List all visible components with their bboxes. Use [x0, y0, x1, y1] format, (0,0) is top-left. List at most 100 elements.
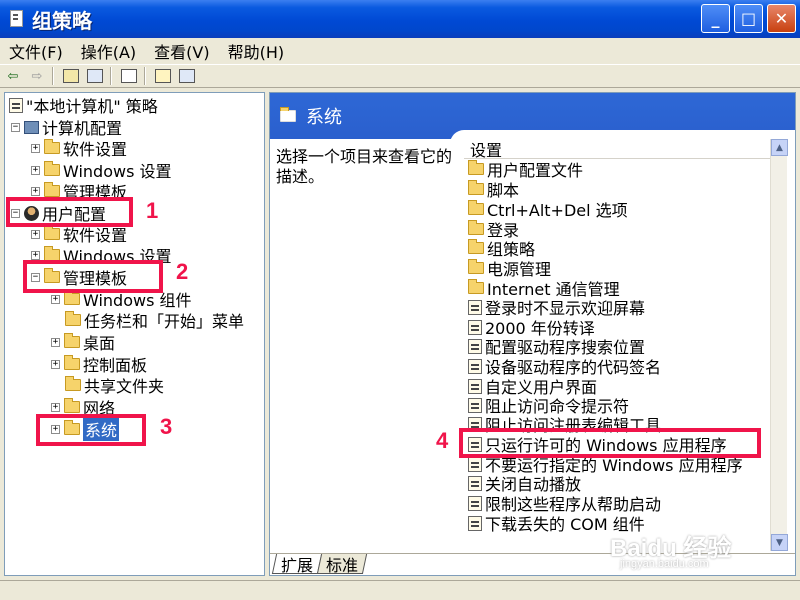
tab-extended[interactable]: 扩展: [271, 554, 323, 575]
folder-icon: [468, 200, 484, 215]
policy-setting-icon: [468, 475, 482, 491]
expand-icon[interactable]: +: [51, 359, 60, 369]
folder-icon: [64, 398, 80, 413]
annotation-box-user-config: [6, 197, 133, 227]
tree-item-control-panel[interactable]: + 控制面板: [51, 354, 147, 375]
back-arrow-icon[interactable]: ⇦: [2, 66, 24, 86]
policy-root-icon: [9, 97, 23, 113]
expand-icon[interactable]: +: [31, 143, 40, 153]
annotation-number: 4: [436, 428, 449, 453]
tree-item-taskbar-start-menu[interactable]: 任务栏和「开始」菜单: [65, 310, 245, 331]
annotation-box-admin-templates: [23, 260, 163, 293]
policy-setting-icon: [468, 358, 482, 374]
list-item-folder[interactable]: 电源管理: [468, 258, 551, 279]
folder-icon: [44, 182, 60, 197]
scroll-up-arrow-icon[interactable]: ▲: [771, 139, 788, 156]
maximize-button[interactable]: □: [734, 4, 763, 33]
item-description: 选择一个项目来查看它的描述。: [276, 147, 453, 186]
menu-bar: 文件(F) 操作(A) 查看(V) 帮助(H): [0, 38, 800, 64]
folder-icon: [468, 180, 484, 195]
tree-root-label: "本地计算机" 策略: [26, 97, 158, 116]
up-folder-button[interactable]: [60, 66, 82, 86]
folder-icon: [65, 376, 81, 391]
annotation-number: 1: [146, 198, 159, 223]
collapse-icon[interactable]: −: [11, 122, 20, 132]
list-item-folder[interactable]: 组策略: [468, 238, 535, 259]
expand-icon[interactable]: +: [31, 165, 40, 175]
folder-icon: [468, 160, 484, 175]
folder-icon: [468, 279, 484, 294]
policy-setting-icon: [468, 319, 482, 335]
toolbar-separator: [52, 67, 54, 85]
folder-icon: [44, 139, 60, 154]
expand-icon[interactable]: +: [31, 250, 40, 260]
policy-setting-icon: [468, 338, 482, 354]
folder-icon: [44, 161, 60, 176]
tree-item-label: 软件设置: [63, 140, 128, 159]
tree-item-label: 共享文件夹: [84, 377, 165, 396]
menu-file[interactable]: 文件(F): [0, 39, 72, 63]
tab-standard[interactable]: 标准: [316, 554, 368, 575]
tree-item-label: 桌面: [83, 334, 116, 353]
toolbar-separator: [110, 67, 112, 85]
policy-setting-icon: [468, 456, 482, 472]
export-list-button[interactable]: [118, 66, 140, 86]
list-item-policy[interactable]: 登录时不显示欢迎屏幕: [468, 297, 645, 318]
tree-item-computer-config[interactable]: − 计算机配置: [11, 117, 122, 138]
tree-item-software-settings[interactable]: + 软件设置: [31, 138, 128, 159]
export-list-icon: [121, 69, 137, 83]
tab-label: 标准: [326, 555, 359, 575]
folder-icon: [468, 259, 484, 274]
column-header-settings[interactable]: 设置: [464, 139, 770, 160]
list-item-folder[interactable]: 用户配置文件: [468, 159, 583, 180]
expand-icon[interactable]: +: [31, 229, 40, 239]
menu-action[interactable]: 操作(A): [72, 39, 145, 63]
forward-arrow-icon[interactable]: ⇨: [26, 66, 48, 86]
tree-panel-icon: [87, 69, 103, 83]
window-title: 组策略: [32, 8, 92, 33]
menu-help[interactable]: 帮助(H): [219, 39, 294, 63]
details-title: 系统: [306, 107, 342, 128]
help-button[interactable]: [152, 66, 174, 86]
scroll-down-arrow-icon[interactable]: ▼: [771, 534, 788, 551]
tree-root[interactable]: "本地计算机" 策略: [9, 95, 158, 116]
folder-icon: [44, 225, 60, 240]
folder-icon: [64, 290, 80, 305]
policy-setting-icon: [468, 515, 482, 531]
properties-button[interactable]: [176, 66, 198, 86]
policy-setting-icon: [468, 495, 482, 511]
tree-item-shared-folders[interactable]: 共享文件夹: [65, 375, 165, 396]
expand-icon[interactable]: +: [51, 402, 60, 412]
tree-item-windows-settings[interactable]: + Windows 设置: [31, 160, 172, 181]
tree-item-label: 任务栏和「开始」菜单: [84, 312, 245, 331]
show-hide-tree-button[interactable]: [84, 66, 106, 86]
list-item-policy[interactable]: 配置驱动程序搜索位置: [468, 336, 645, 357]
annotation-box-allowed-apps: [459, 428, 761, 458]
folder-open-icon: [280, 107, 296, 122]
expand-icon[interactable]: +: [31, 186, 40, 196]
vertical-scrollbar[interactable]: ▲ ▼: [770, 139, 788, 551]
expand-icon[interactable]: +: [51, 294, 60, 304]
toolbar-separator: [144, 67, 146, 85]
policy-setting-icon: [468, 378, 482, 394]
tree-item-desktop[interactable]: + 桌面: [51, 332, 116, 353]
annotation-number: 2: [176, 259, 189, 284]
title-bar: 组策略 _ □ ✕: [0, 0, 800, 38]
folder-icon: [65, 311, 81, 326]
folder-icon: [468, 239, 484, 254]
folder-icon: [64, 333, 80, 348]
baidu-watermark-url: jingyan.baidu.com: [620, 558, 709, 570]
tab-label: 扩展: [281, 555, 314, 575]
tree-item-user-software-settings[interactable]: + 软件设置: [31, 224, 127, 245]
list-item-policy[interactable]: 限制这些程序从帮助启动: [468, 493, 661, 514]
list-item-policy[interactable]: 关闭自动播放: [468, 473, 581, 494]
close-button[interactable]: ✕: [767, 4, 796, 33]
settings-list: 用户配置文件 脚本 Ctrl+Alt+Del 选项 登录 组策略 电源管理 In…: [464, 159, 770, 551]
expand-icon[interactable]: +: [51, 337, 60, 347]
list-item-folder[interactable]: 脚本: [468, 179, 519, 200]
list-item-folder[interactable]: Ctrl+Alt+Del 选项: [468, 199, 628, 220]
menu-view[interactable]: 查看(V): [145, 39, 218, 63]
list-item-policy[interactable]: 设备驱动程序的代码签名: [468, 356, 661, 377]
annotation-box-system: [36, 414, 146, 446]
minimize-button[interactable]: _: [701, 4, 730, 33]
